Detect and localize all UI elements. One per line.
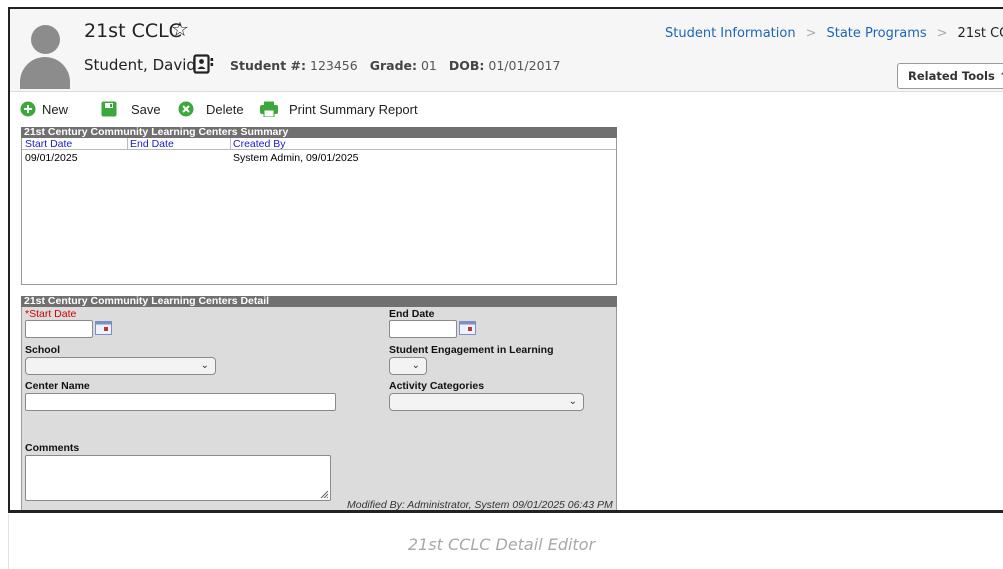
dob-label: DOB: — [448, 58, 485, 73]
engagement-label: Student Engagement in Learning — [389, 344, 554, 356]
print-summary-report-label: Print Summary Report — [289, 102, 418, 117]
start-date-label: *Start Date — [25, 308, 77, 320]
breadcrumb: Student Information > State Programs >21st … — [665, 26, 1003, 41]
grade-label: Grade: — [369, 58, 417, 73]
resize-grip-icon[interactable] — [319, 489, 329, 499]
star-icon[interactable]: ☆ — [171, 19, 189, 39]
end-date-label: End Date — [389, 308, 435, 320]
student-number: 123456 — [310, 58, 358, 73]
calendar-icon[interactable] — [459, 321, 476, 335]
modified-by-text: Modified By: Administrator, System 09/01… — [347, 499, 613, 511]
app-frame: 21st CCLC ☆ Student, David Student #: 12… — [8, 7, 1003, 513]
column-header-created-by[interactable]: Created By — [230, 138, 286, 150]
breadcrumb-separator: > — [805, 26, 817, 41]
center-name-input[interactable] — [25, 393, 336, 411]
save-label: Save — [131, 102, 161, 117]
save-icon — [101, 101, 117, 117]
school-select[interactable]: ⌄ — [25, 357, 216, 375]
activity-categories-select[interactable]: ⌄ — [389, 393, 584, 411]
contact-card-icon[interactable] — [193, 54, 215, 74]
avatar — [20, 23, 70, 89]
related-tools-label: Related Tools — [908, 69, 995, 83]
page-title: 21st CCLC — [84, 20, 182, 42]
student-header: 21st CCLC ☆ Student, David Student #: 12… — [10, 9, 1003, 92]
student-number-label: Student #: — [230, 58, 307, 73]
calendar-icon[interactable] — [95, 321, 112, 335]
breadcrumb-state-programs[interactable]: State Programs — [826, 26, 926, 41]
school-label: School — [25, 344, 61, 356]
column-header-end-date[interactable]: End Date — [127, 138, 174, 150]
printer-icon — [260, 101, 278, 117]
breadcrumb-current: 21st CCLC — [957, 26, 1003, 41]
delete-icon — [178, 101, 194, 117]
related-tools-button[interactable]: Related Tools^ — [897, 63, 1003, 89]
chevron-down-icon: ⌄ — [568, 396, 577, 407]
comments-label: Comments — [25, 442, 80, 454]
dob: 01/01/2017 — [488, 58, 561, 73]
student-meta: Student #: 123456 Grade: 01 DOB: 01/01/2… — [230, 58, 560, 73]
engagement-select[interactable]: ⌄ — [389, 357, 427, 375]
row-created-by: System Admin, 09/01/2025 — [233, 152, 359, 164]
comments-textarea[interactable] — [25, 455, 331, 501]
summary-panel-header: 21st Century Community Learning Centers … — [21, 127, 617, 138]
row-start-date: 09/01/2025 — [25, 152, 78, 164]
start-date-input[interactable] — [25, 320, 93, 338]
breadcrumb-student-information[interactable]: Student Information — [665, 26, 796, 41]
summary-table: Start Date End Date Created By 09/01/202… — [21, 138, 617, 285]
plus-circle-icon — [20, 101, 36, 117]
chevron-down-icon: ⌄ — [411, 360, 420, 371]
new-label: New — [42, 102, 69, 117]
student-name: Student, David — [84, 56, 196, 74]
breadcrumb-separator: > — [936, 26, 948, 41]
detail-panel-header: 21st Century Community Learning Centers … — [21, 296, 617, 307]
delete-label: Delete — [206, 102, 244, 117]
image-caption: 21st CCLC Detail Editor — [407, 535, 596, 554]
detail-form: *Start Date End Date School ⌄ Student En… — [21, 307, 617, 511]
end-date-input[interactable] — [389, 320, 457, 338]
center-name-label: Center Name — [25, 380, 90, 392]
grade: 01 — [420, 58, 437, 73]
table-row[interactable]: 09/01/2025 System Admin, 09/01/2025 — [22, 152, 616, 165]
column-header-start-date[interactable]: Start Date — [25, 138, 72, 150]
activity-categories-label: Activity Categories — [389, 380, 485, 392]
chevron-down-icon: ⌄ — [200, 360, 209, 371]
summary-column-headers: Start Date End Date Created By — [22, 138, 616, 150]
